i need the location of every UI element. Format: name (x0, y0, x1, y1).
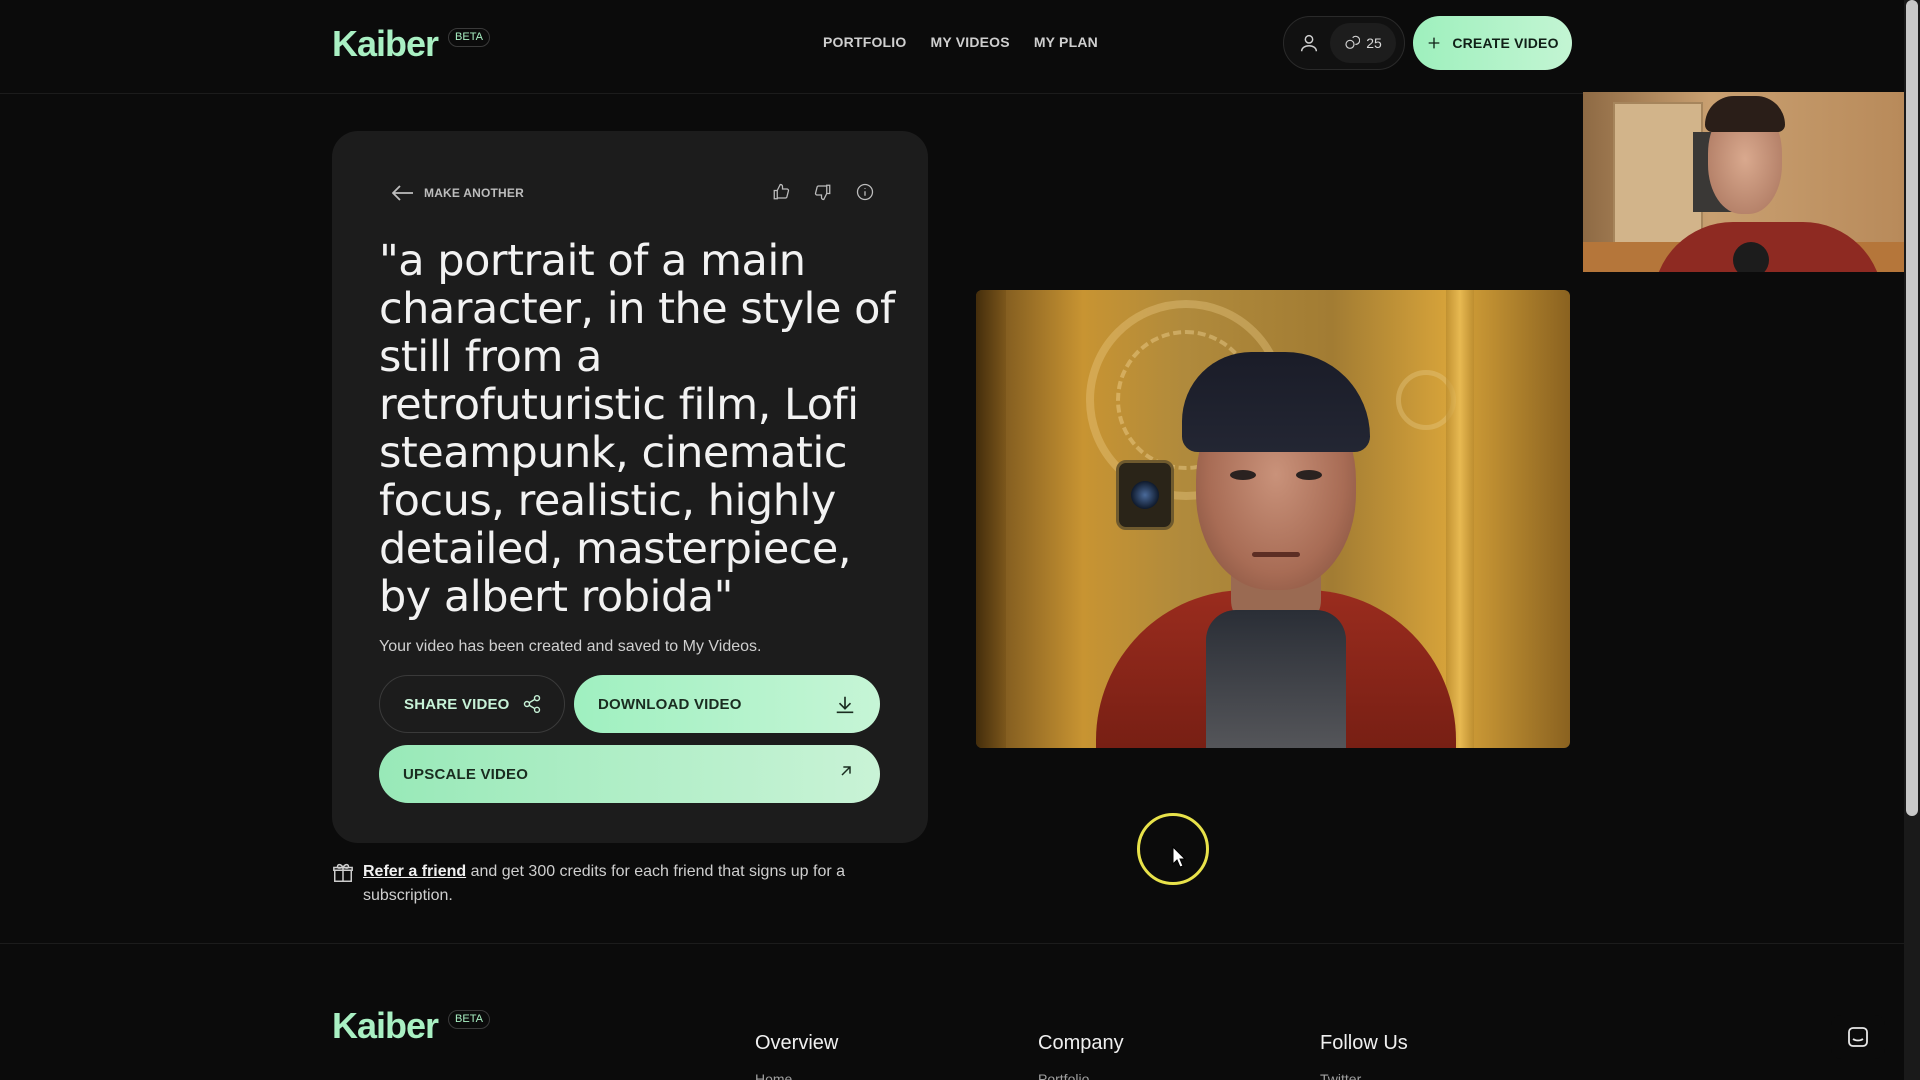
footer-col-title: Overview (755, 1032, 839, 1054)
create-video-label: CREATE VIDEO (1452, 35, 1559, 51)
share-video-button[interactable]: SHARE VIDEO (379, 675, 565, 733)
upscale-video-button[interactable]: UPSCALE VIDEO (379, 745, 880, 803)
prompt-text: "a portrait of a main character, in the … (379, 236, 895, 622)
footer-link[interactable]: Home (755, 1071, 838, 1080)
share-video-label: SHARE VIDEO (404, 695, 510, 713)
video-brass-pipe (1446, 290, 1474, 748)
share-icon (523, 694, 540, 714)
nav-portfolio[interactable]: PORTFOLIO (823, 34, 906, 50)
feedback-icons (772, 183, 874, 201)
nav-my-videos[interactable]: MY VIDEOS (930, 34, 1009, 50)
refer-friend-note: Refer a friend and get 300 credits for e… (332, 860, 892, 908)
footer-col-company: Company Portfolio (1038, 1032, 1124, 1080)
video-preview[interactable] (976, 290, 1570, 748)
video-character-eye-right (1296, 470, 1322, 480)
chat-icon (1848, 1027, 1868, 1047)
download-video-button[interactable]: DOWNLOAD VIDEO (574, 675, 880, 733)
footer-col-title: Follow Us (1320, 1032, 1408, 1054)
cursor-arrow-icon (1172, 846, 1186, 868)
result-card: MAKE ANOTHER "a portrait of a main chara… (332, 131, 928, 843)
webcam-door (1613, 102, 1703, 252)
video-character-hair (1182, 352, 1370, 452)
logo[interactable]: Kaiber BETA (332, 26, 490, 62)
create-video-button[interactable]: CREATE VIDEO (1413, 16, 1572, 70)
arrow-left-icon (392, 185, 413, 201)
video-character-eye-left (1230, 470, 1256, 480)
footer-col-title: Company (1038, 1032, 1124, 1054)
make-another-button[interactable]: MAKE ANOTHER (392, 185, 524, 201)
footer: Kaiber BETA Overview Home Company Portfo… (0, 943, 1904, 1080)
thumbs-up-icon[interactable] (772, 183, 790, 201)
saved-message: Your video has been created and saved to… (379, 638, 762, 655)
webcam-overlay (1583, 92, 1904, 272)
footer-link[interactable]: Portfolio (1038, 1071, 1124, 1080)
top-header: Kaiber BETA PORTFOLIO MY VIDEOS MY PLAN … (0, 0, 1904, 94)
gift-icon (333, 863, 353, 882)
webcam-person-hair (1705, 96, 1785, 132)
plus-icon (1428, 37, 1440, 49)
refer-friend-link[interactable]: Refer a friend (363, 863, 466, 880)
footer-logo-wordmark: Kaiber (332, 1005, 439, 1046)
webcam-microphone (1733, 242, 1769, 272)
refer-text: Refer a friend and get 300 credits for e… (363, 860, 892, 908)
arrow-up-right-icon (841, 766, 851, 776)
upscale-video-label: UPSCALE VIDEO (403, 765, 529, 783)
make-another-label: MAKE ANOTHER (424, 186, 524, 200)
video-bg-shadow (976, 290, 1006, 748)
video-character-collar (1206, 610, 1346, 748)
main-nav: PORTFOLIO MY VIDEOS MY PLAN (823, 34, 1098, 50)
beta-badge: BETA (448, 28, 490, 47)
page: Kaiber BETA PORTFOLIO MY VIDEOS MY PLAN … (0, 0, 1920, 1080)
credits-icon (1345, 35, 1361, 49)
chat-widget-button[interactable] (1831, 1015, 1885, 1059)
account-pill[interactable]: 25 (1283, 16, 1405, 70)
info-icon[interactable] (856, 183, 874, 201)
download-icon (836, 696, 854, 714)
credits-badge[interactable]: 25 (1330, 23, 1396, 63)
video-camera-lens (1116, 460, 1174, 530)
download-video-label: DOWNLOAD VIDEO (598, 695, 742, 713)
logo-wordmark: Kaiber (332, 23, 439, 64)
footer-logo[interactable]: Kaiber BETA (332, 1008, 490, 1044)
video-character-mouth (1252, 552, 1300, 557)
scrollbar-thumb[interactable] (1906, 0, 1918, 816)
nav-my-plan[interactable]: MY PLAN (1034, 34, 1098, 50)
footer-col-follow: Follow Us Twitter (1320, 1032, 1408, 1080)
footer-col-overview: Overview Home (755, 1032, 838, 1080)
user-icon[interactable] (1298, 32, 1320, 54)
footer-beta-badge: BETA (448, 1010, 490, 1029)
credits-count: 25 (1366, 35, 1382, 51)
footer-link[interactable]: Twitter (1320, 1071, 1408, 1080)
thumbs-down-icon[interactable] (814, 183, 832, 201)
